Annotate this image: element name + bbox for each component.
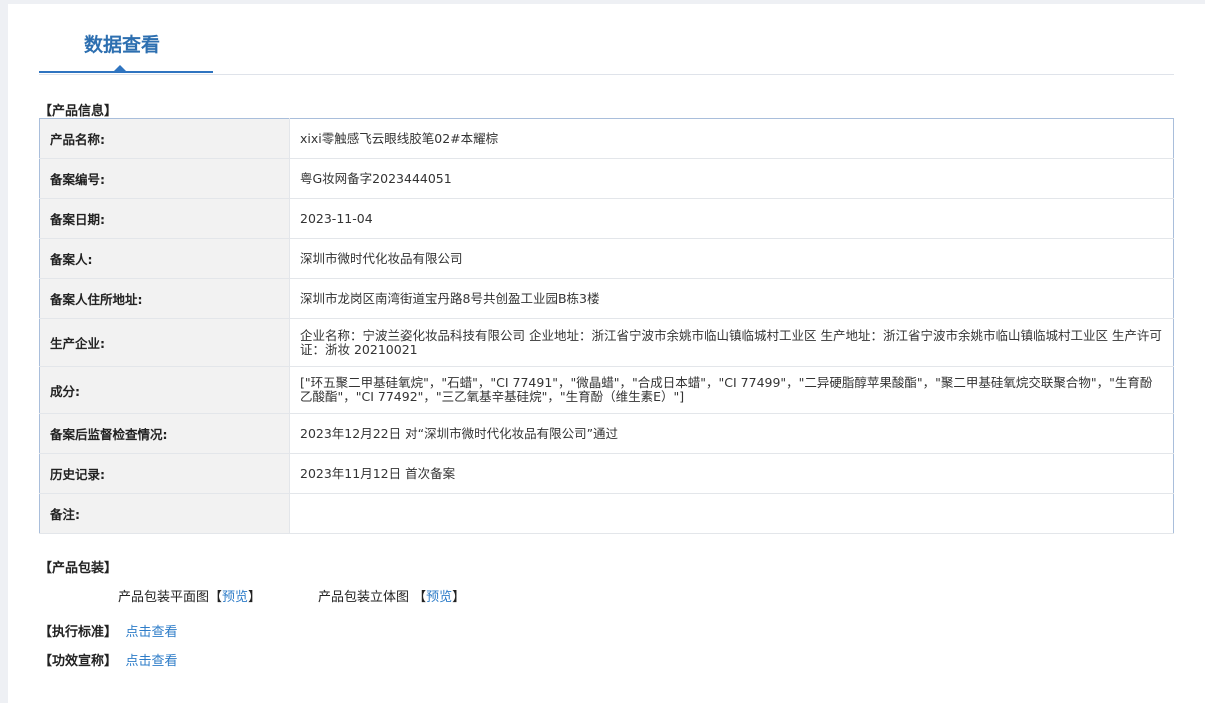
info-row-label: 备案编号: [39, 158, 290, 199]
efficacy-row: 【功效宣称】 点击查看 [39, 650, 178, 669]
info-row: 生产企业: 企业名称：宁波兰姿化妆品科技有限公司 企业地址：浙江省宁波市余姚市临山… [39, 318, 1174, 367]
info-row-value: 企业名称：宁波兰姿化妆品科技有限公司 企业地址：浙江省宁波市余姚市临山镇临城村工… [289, 318, 1174, 367]
page-container: 数据查看 【产品信息】 产品名称: xixi零触感飞云眼线胶笔02#本耀棕 备案编号… [8, 4, 1205, 703]
info-row: 成分: ["环五聚二甲基硅氧烷"，"石蜡"，"CI 77491"，"微晶蜡"，"合… [39, 366, 1174, 414]
efficacy-view-link[interactable]: 点击查看 [126, 654, 178, 669]
info-row-value: 2023年11月12日 首次备案 [289, 453, 1174, 494]
info-row-label: 备案人住所地址: [39, 278, 290, 319]
info-row-label: 备案日期: [39, 198, 290, 239]
package-solid-preview-link[interactable]: 预览 [426, 590, 452, 605]
info-row-label: 备案人: [39, 238, 290, 279]
package-flat-item: 产品包装平面图【预览】 [118, 590, 262, 605]
efficacy-heading: 【功效宣称】 [39, 654, 118, 669]
tab-active-underline [39, 71, 213, 73]
info-row-value: 2023年12月22日 对“深圳市微时代化妆品有限公司”通过 [289, 413, 1174, 454]
info-row-value: 深圳市微时代化妆品有限公司 [289, 238, 1174, 279]
info-row: 备案日期: 2023-11-04 [39, 198, 1174, 239]
info-row-value: 2023-11-04 [289, 198, 1174, 239]
tab-data-view[interactable]: 数据查看 [84, 30, 160, 57]
standard-row: 【执行标准】 点击查看 [39, 621, 178, 640]
info-row-label: 成分: [39, 366, 290, 414]
info-row: 备案编号: 粤G妆网备字2023444051 [39, 158, 1174, 199]
info-row-label: 历史记录: [39, 453, 290, 494]
tab-bar: 数据查看 [39, 4, 1174, 75]
info-row-label: 备案后监督检查情况: [39, 413, 290, 454]
info-row: 历史记录: 2023年11月12日 首次备案 [39, 453, 1174, 494]
packaging-heading: 【产品包装】 [39, 561, 118, 576]
info-row: 备案后监督检查情况: 2023年12月22日 对“深圳市微时代化妆品有限公司”通过 [39, 413, 1174, 454]
info-row-value: 深圳市龙岗区南湾街道宝丹路8号共创盈工业园B栋3楼 [289, 278, 1174, 319]
product-info-heading: 【产品信息】 [39, 104, 118, 119]
standard-heading: 【执行标准】 [39, 625, 118, 640]
info-row-label: 备注: [39, 493, 290, 534]
package-solid-label: 产品包装立体图 [318, 590, 410, 605]
info-row: 备案人住所地址: 深圳市龙岗区南湾街道宝丹路8号共创盈工业园B栋3楼 [39, 278, 1174, 319]
package-flat-preview-link[interactable]: 预览 [222, 590, 248, 605]
info-row-value: ["环五聚二甲基硅氧烷"，"石蜡"，"CI 77491"，"微晶蜡"，"合成日本… [289, 366, 1174, 414]
product-info-table: 产品名称: xixi零触感飞云眼线胶笔02#本耀棕 备案编号: 粤G妆网备字20234… [39, 118, 1174, 534]
info-row: 备案人: 深圳市微时代化妆品有限公司 [39, 238, 1174, 279]
info-row-value: 粤G妆网备字2023444051 [289, 158, 1174, 199]
info-row: 产品名称: xixi零触感飞云眼线胶笔02#本耀棕 [39, 118, 1174, 159]
standard-view-link[interactable]: 点击查看 [126, 625, 178, 640]
tab-active-arrow-icon [114, 65, 126, 71]
package-flat-label: 产品包装平面图 [118, 590, 210, 605]
package-solid-item: 产品包装立体图 【预览】 [318, 590, 466, 605]
info-row-label: 生产企业: [39, 318, 290, 367]
info-row-value: xixi零触感飞云眼线胶笔02#本耀棕 [289, 118, 1174, 159]
info-row-label: 产品名称: [39, 118, 290, 159]
info-row: 备注: [39, 493, 1174, 534]
info-row-value [289, 493, 1174, 534]
